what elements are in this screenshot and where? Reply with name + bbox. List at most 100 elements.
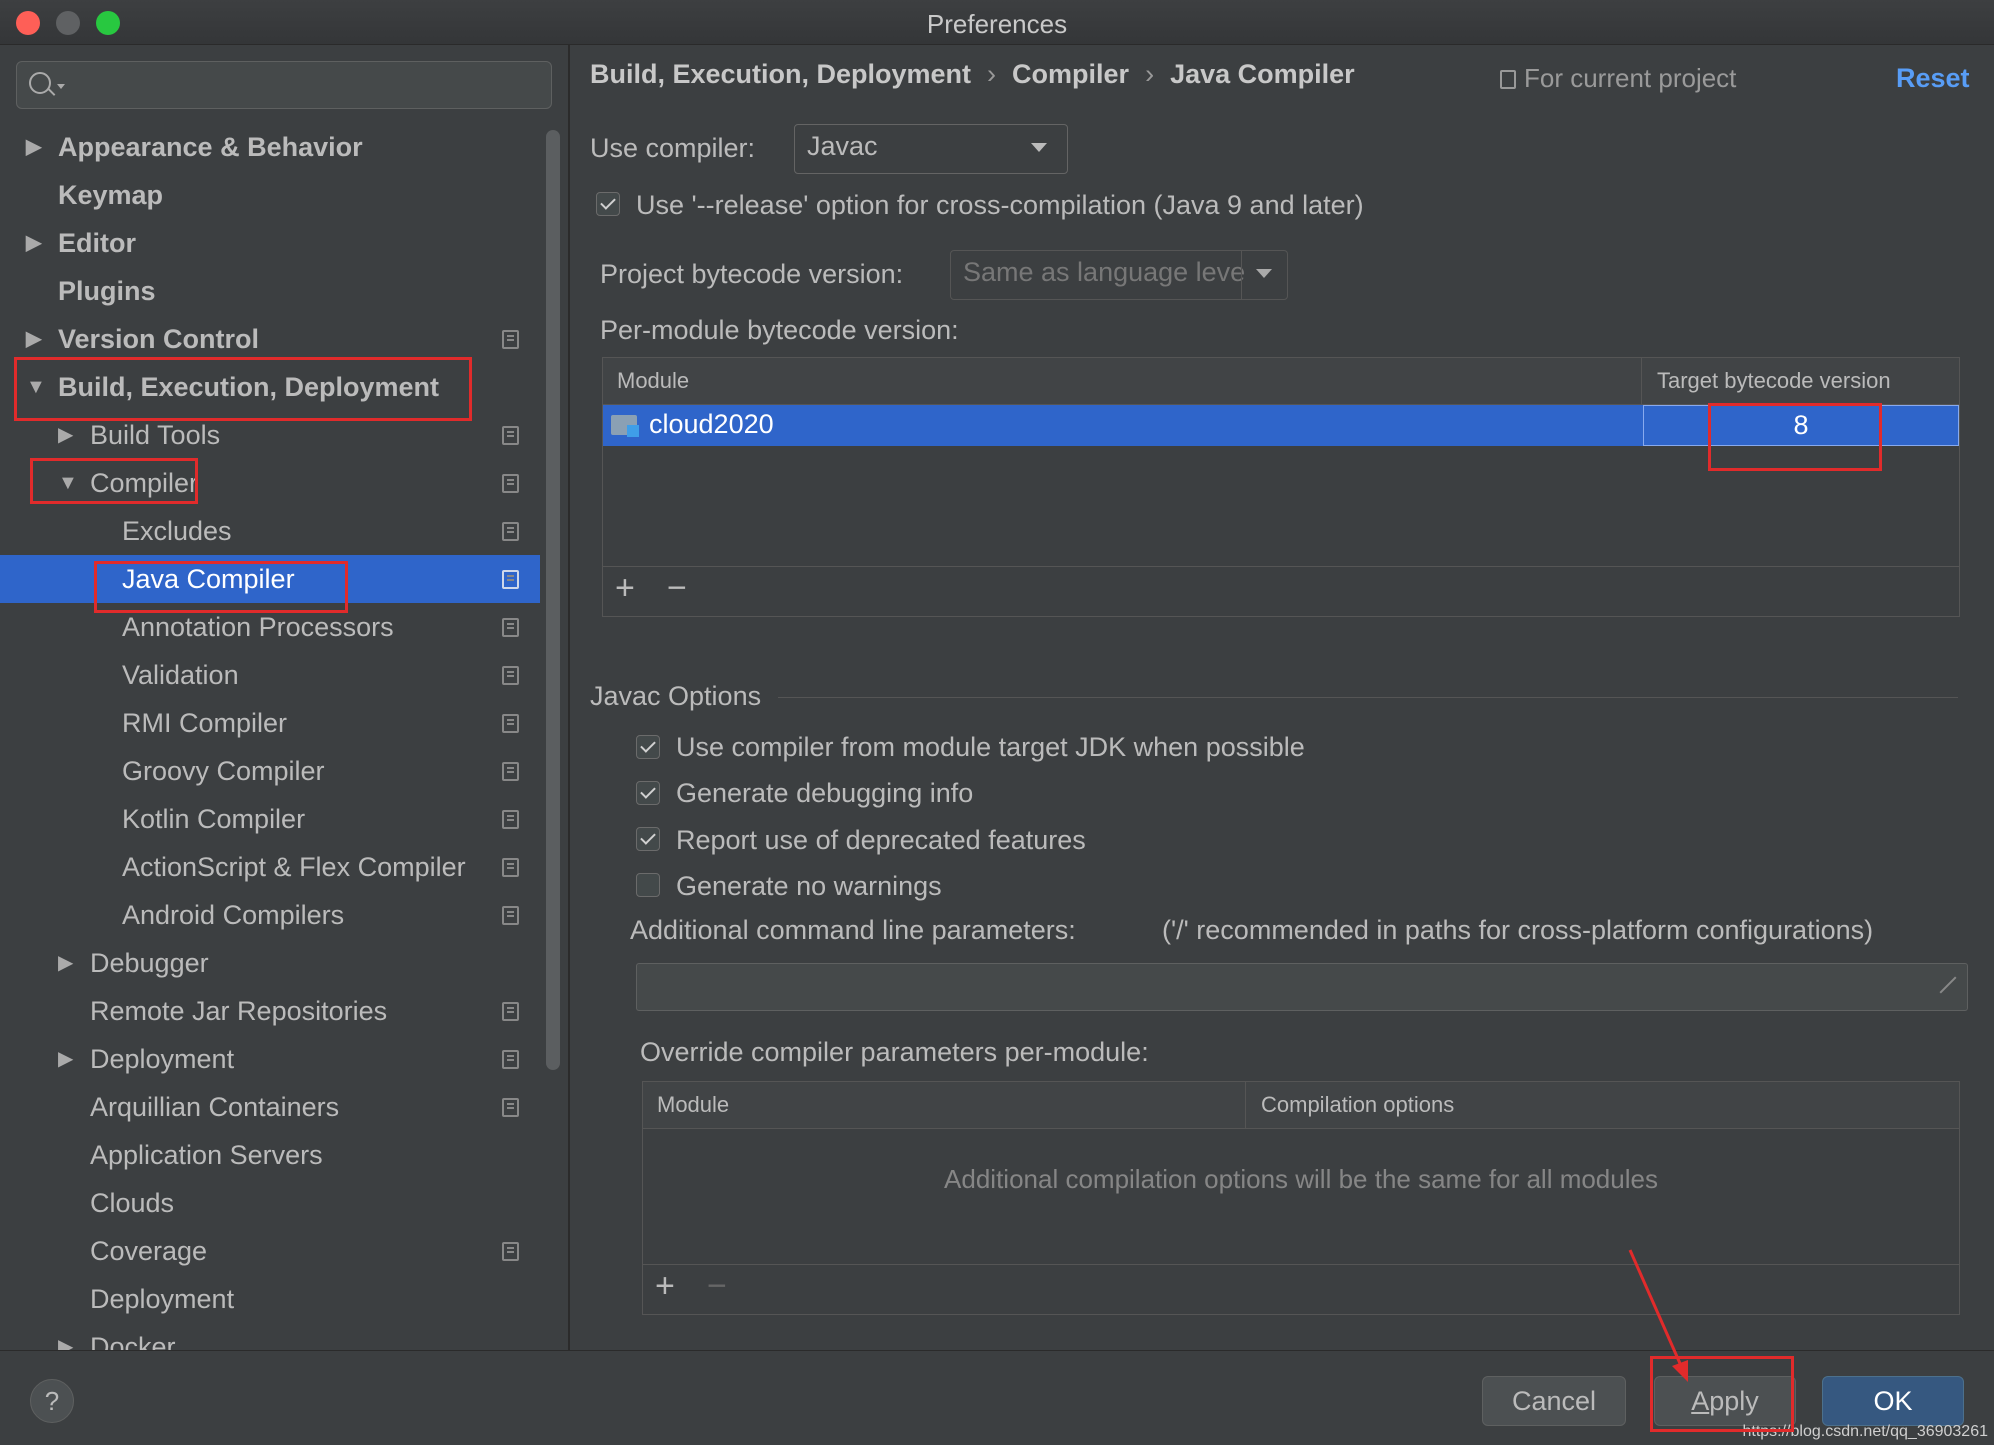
tree-item-debugger[interactable]: ▶ Debugger: [0, 939, 540, 987]
breadcrumb-separator-icon: ›: [1145, 59, 1155, 89]
tree-item-appearance-behavior[interactable]: ▶ Appearance & Behavior: [0, 123, 540, 171]
window-title: Preferences: [926, 9, 1068, 39]
expand-arrow-icon[interactable]: ▶: [26, 315, 41, 363]
tree-item-label: Validation: [122, 660, 239, 690]
project-scope-icon: [502, 1098, 519, 1117]
tree-item-groovy-compiler[interactable]: Groovy Compiler: [0, 747, 540, 795]
option-checkbox-module-target-jdk[interactable]: [636, 735, 660, 759]
column-divider[interactable]: [1641, 358, 1642, 404]
project-scope-icon: [502, 522, 519, 541]
project-scope-icon: [502, 570, 519, 589]
tree-item-keymap[interactable]: Keymap: [0, 171, 540, 219]
option-checkbox-no-warnings[interactable]: [636, 873, 660, 897]
option-label: Use compiler from module target JDK when…: [676, 732, 1305, 762]
expand-arrow-icon[interactable]: ▶: [26, 219, 41, 267]
reset-link[interactable]: Reset: [1896, 63, 1970, 94]
project-bytecode-label: Project bytecode version:: [600, 259, 904, 289]
tree-item-version-control[interactable]: ▶ Version Control: [0, 315, 540, 363]
tree-item-annotation-processors[interactable]: Annotation Processors: [0, 603, 540, 651]
collapse-arrow-icon[interactable]: ▼: [26, 363, 46, 411]
tree-item-validation[interactable]: Validation: [0, 651, 540, 699]
per-module-label: Per-module bytecode version:: [600, 315, 959, 345]
option-label: Report use of deprecated features: [676, 825, 1086, 855]
breadcrumb-item[interactable]: Compiler: [1012, 59, 1129, 89]
java-compiler-panel: Build, Execution, Deployment › Compiler › Ja…: [570, 45, 1994, 1350]
tree-item-label: Build, Execution, Deployment: [58, 372, 440, 402]
tree-item-build-execution-deployment[interactable]: ▼ Build, Execution, Deployment: [0, 363, 540, 411]
project-bytecode-select[interactable]: Same as language leve: [950, 250, 1288, 300]
tree-item-application-servers[interactable]: Application Servers: [0, 1131, 540, 1179]
column-header-target-version[interactable]: Target bytecode version: [1657, 368, 1891, 394]
additional-params-hint: ('/' recommended in paths for cross-plat…: [1162, 915, 1874, 945]
breadcrumb-item[interactable]: Build, Execution, Deployment: [590, 59, 971, 89]
tree-item-plugins[interactable]: Plugins: [0, 267, 540, 315]
group-divider: [778, 697, 1958, 698]
column-header-module[interactable]: Module: [657, 1092, 729, 1118]
tree-item-compiler[interactable]: ▼ Compiler: [0, 459, 540, 507]
collapse-arrow-icon[interactable]: ▼: [58, 459, 78, 507]
tree-item-deployment-2[interactable]: Deployment: [0, 1275, 540, 1323]
tree-item-java-compiler[interactable]: Java Compiler: [0, 555, 540, 603]
add-override-button[interactable]: +: [655, 1267, 675, 1306]
release-option-checkbox[interactable]: [596, 192, 620, 216]
tree-item-android-compilers[interactable]: Android Compilers: [0, 891, 540, 939]
search-history-dropdown-icon[interactable]: [57, 84, 65, 89]
remove-override-button[interactable]: −: [707, 1267, 727, 1306]
column-divider[interactable]: [1245, 1082, 1246, 1128]
javac-options-title: Javac Options: [590, 681, 762, 711]
tree-item-label: RMI Compiler: [122, 708, 288, 738]
tree-item-docker[interactable]: ▶ Docker: [0, 1323, 540, 1350]
sidebar-scrollbar[interactable]: [546, 130, 560, 1070]
use-compiler-select[interactable]: Javac: [794, 124, 1068, 174]
tree-item-label: Application Servers: [90, 1140, 323, 1170]
additional-params-input[interactable]: [636, 963, 1968, 1011]
target-version-cell[interactable]: 8: [1643, 405, 1959, 446]
tree-item-label: Excludes: [122, 516, 232, 546]
option-checkbox-debugging-info[interactable]: [636, 781, 660, 805]
tree-item-label: Editor: [58, 228, 136, 258]
tree-item-clouds[interactable]: Clouds: [0, 1179, 540, 1227]
settings-search-input[interactable]: [16, 61, 552, 109]
tree-item-label: Android Compilers: [122, 900, 345, 930]
tree-item-remote-jar-repositories[interactable]: Remote Jar Repositories: [0, 987, 540, 1035]
expand-arrow-icon[interactable]: ▶: [58, 1035, 73, 1083]
apply-button[interactable]: Apply: [1654, 1376, 1796, 1426]
tree-item-label: Compiler: [90, 468, 199, 498]
remove-module-button[interactable]: −: [667, 569, 687, 608]
expand-arrow-icon[interactable]: ▶: [58, 411, 73, 459]
expand-arrow-icon[interactable]: ▶: [58, 939, 73, 987]
tree-item-coverage[interactable]: Coverage: [0, 1227, 540, 1275]
cancel-button[interactable]: Cancel: [1482, 1376, 1626, 1426]
expand-arrow-icon[interactable]: ▶: [26, 123, 41, 171]
chevron-down-icon: [1256, 269, 1272, 278]
tree-item-arquillian-containers[interactable]: Arquillian Containers: [0, 1083, 540, 1131]
tree-item-label: ActionScript & Flex Compiler: [122, 852, 466, 882]
tree-item-kotlin-compiler[interactable]: Kotlin Compiler: [0, 795, 540, 843]
project-scope-icon: [502, 762, 519, 781]
module-folder-icon: [611, 415, 639, 437]
add-module-button[interactable]: +: [615, 569, 635, 608]
tree-item-label: Debugger: [90, 948, 209, 978]
ok-button[interactable]: OK: [1822, 1376, 1964, 1426]
column-header-compilation-options[interactable]: Compilation options: [1261, 1092, 1454, 1118]
tree-item-build-tools[interactable]: ▶ Build Tools: [0, 411, 540, 459]
table-toolbar: + −: [643, 1264, 1959, 1313]
scope-indicator: For current project: [1500, 63, 1736, 94]
table-header: Module Target bytecode version: [603, 358, 1959, 405]
tree-item-editor[interactable]: ▶ Editor: [0, 219, 540, 267]
column-header-module[interactable]: Module: [617, 368, 689, 394]
tree-item-excludes[interactable]: Excludes: [0, 507, 540, 555]
help-button[interactable]: ?: [30, 1379, 74, 1423]
empty-table-message: Additional compilation options will be t…: [944, 1164, 1658, 1194]
override-params-label: Override compiler parameters per-module:: [640, 1037, 1149, 1067]
release-option-label: Use '--release' option for cross-compila…: [636, 190, 1364, 220]
option-checkbox-deprecated-features[interactable]: [636, 827, 660, 851]
expand-icon[interactable]: [1935, 974, 1957, 996]
tree-item-rmi-compiler[interactable]: RMI Compiler: [0, 699, 540, 747]
tree-item-actionscript-flex-compiler[interactable]: ActionScript & Flex Compiler: [0, 843, 540, 891]
expand-arrow-icon[interactable]: ▶: [58, 1323, 73, 1350]
tree-item-deployment[interactable]: ▶ Deployment: [0, 1035, 540, 1083]
tree-item-label: Docker: [90, 1332, 176, 1350]
tree-item-label: Arquillian Containers: [90, 1092, 340, 1122]
tree-item-label: Deployment: [90, 1044, 235, 1074]
